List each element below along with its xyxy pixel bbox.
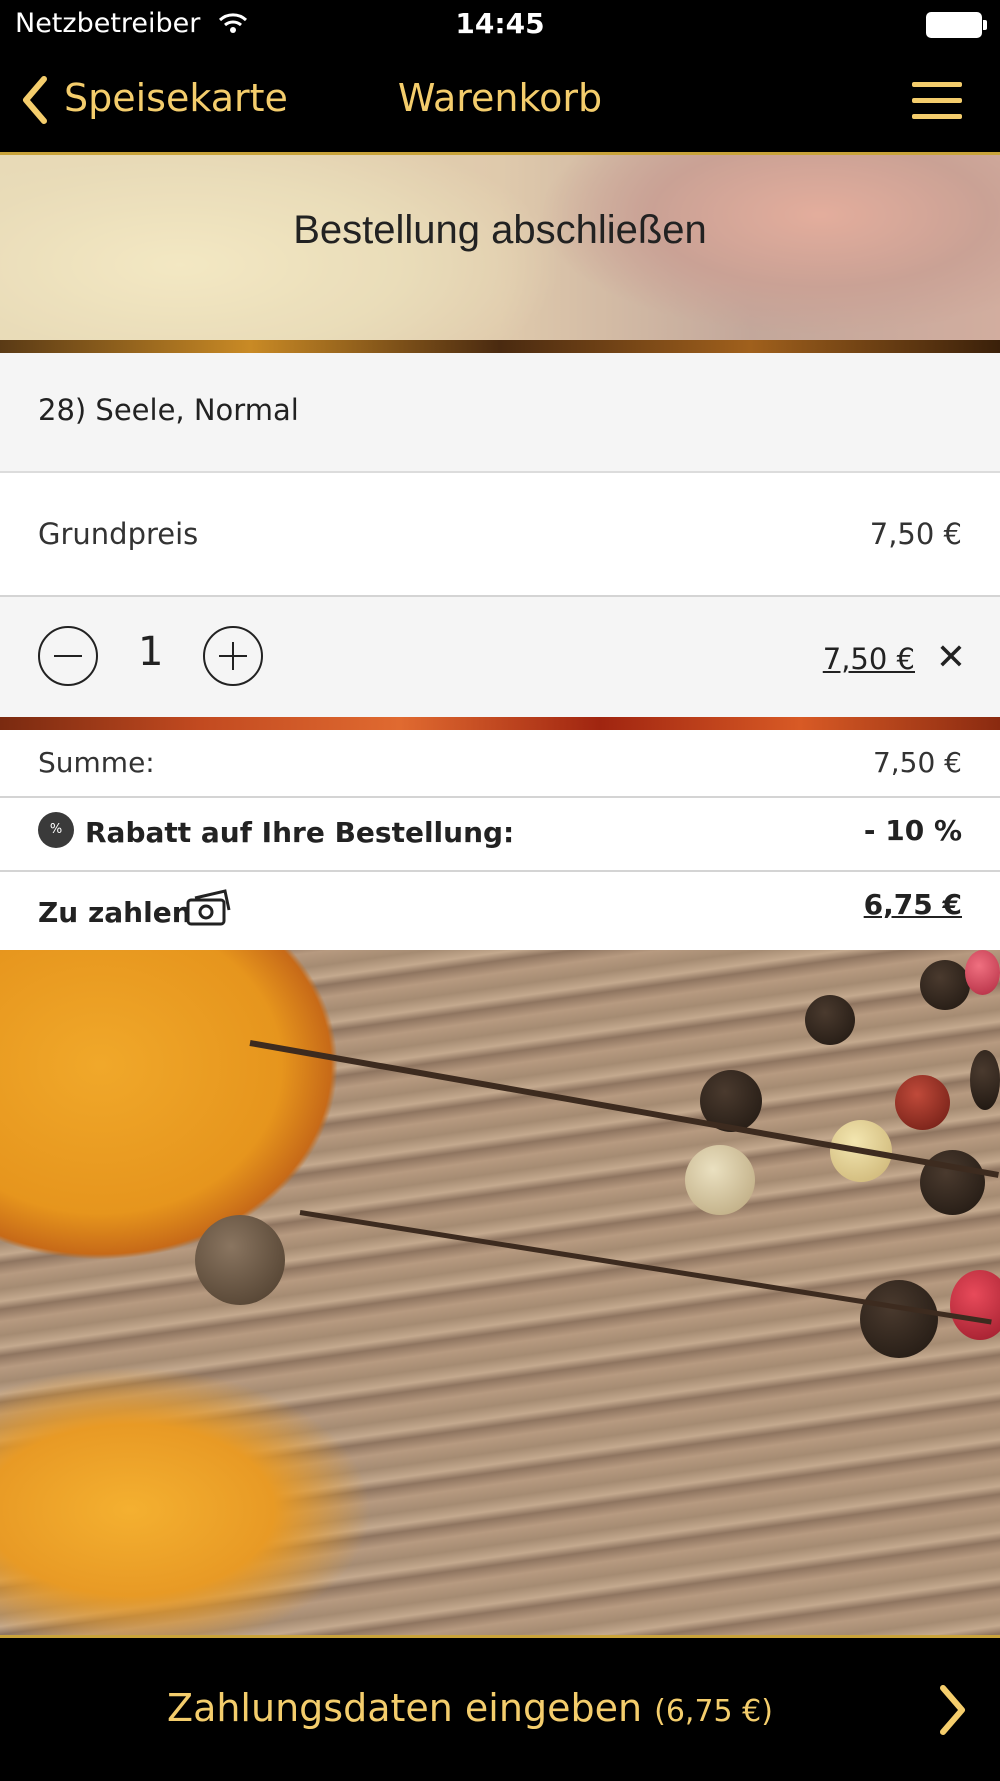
peppercorn — [965, 950, 1000, 995]
checkout-button[interactable]: Zahlungsdaten eingeben (6,75 €) — [0, 1686, 940, 1730]
money-icon — [185, 888, 233, 932]
discount-value: - 10 % — [863, 814, 962, 847]
amount-due-label: Zu zahlen — [38, 896, 192, 929]
hamburger-menu-icon[interactable] — [912, 82, 962, 120]
spice-image-strip — [0, 717, 1000, 730]
peppercorn — [805, 995, 855, 1045]
peppercorn — [860, 1280, 938, 1358]
discount-label: Rabatt auf Ihre Bestellung: — [85, 816, 515, 849]
subtotal-row: Summe: 7,50 € — [0, 730, 1000, 798]
chevron-right-icon[interactable] — [935, 1684, 969, 1740]
page-title: Warenkorb — [397, 76, 603, 120]
amount-due-row: Zu zahlen 6,75 € — [0, 872, 1000, 950]
decrease-quantity-button[interactable] — [38, 626, 98, 686]
base-price-value: 7,50 € — [869, 517, 962, 551]
cart-item-row: 28) Seele, Normal — [0, 353, 1000, 473]
remove-item-close-icon[interactable]: ✕ — [936, 637, 966, 678]
line-total: 7,50 € — [822, 642, 915, 676]
navigation-bar: Speisekarte Warenkorb — [0, 50, 1000, 155]
increase-quantity-button[interactable] — [203, 626, 263, 686]
checkout-label: Zahlungsdaten eingeben — [167, 1686, 643, 1730]
status-bar: Netzbetreiber 14:45 — [0, 0, 1000, 50]
peppercorn — [970, 1050, 1000, 1110]
subtotal-label: Summe: — [38, 746, 155, 779]
discount-row: % Rabatt auf Ihre Bestellung: - 10 % — [0, 798, 1000, 872]
subtotal-value: 7,50 € — [872, 746, 962, 779]
banner-edge-strip — [0, 340, 1000, 353]
peppercorn — [950, 1270, 1000, 1340]
cart-item-name: 28) Seele, Normal — [38, 393, 299, 427]
peppercorn — [895, 1075, 950, 1130]
checkout-amount: (6,75 €) — [654, 1694, 773, 1729]
battery-icon — [926, 12, 987, 38]
peppercorn — [195, 1215, 285, 1305]
base-price-row: Grundpreis 7,50 € — [0, 473, 1000, 597]
spices-background-photo — [0, 950, 1000, 1635]
checkout-bar[interactable]: Zahlungsdaten eingeben (6,75 €) — [0, 1635, 1000, 1781]
quantity-value: 1 — [138, 629, 164, 675]
base-price-label: Grundpreis — [38, 517, 199, 551]
peppercorn — [920, 960, 970, 1010]
percent-badge-icon: % — [38, 812, 74, 848]
clock: 14:45 — [455, 7, 545, 40]
quantity-row: 1 7,50 € ✕ — [0, 597, 1000, 717]
amount-due-value: 6,75 € — [863, 888, 962, 921]
banner-title: Bestellung abschließen — [293, 208, 707, 252]
peppercorn — [685, 1145, 755, 1215]
